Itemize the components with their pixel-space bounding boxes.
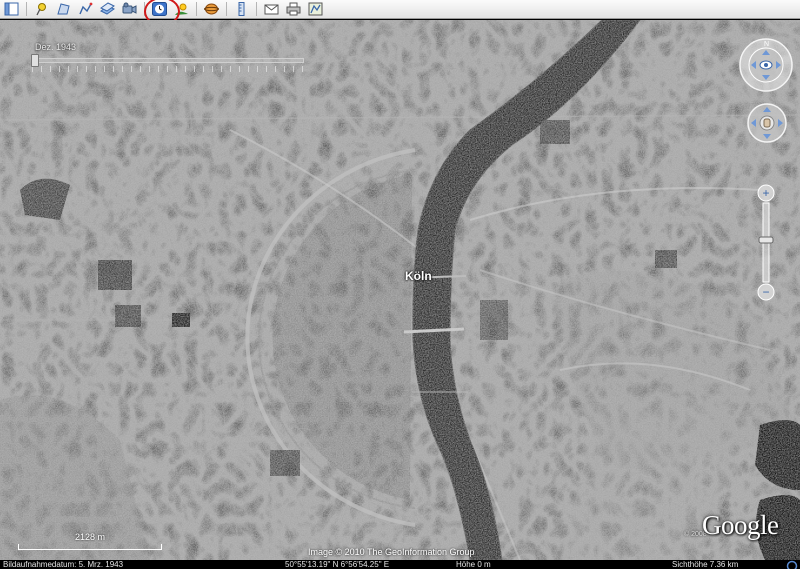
switch-planet-button[interactable]: [202, 1, 221, 17]
north-indicator[interactable]: N: [764, 41, 769, 48]
google-logo: Google: [702, 510, 779, 540]
print-icon: [286, 2, 301, 16]
email-icon: [264, 4, 279, 15]
historical-imagery-clock-icon: [152, 2, 167, 16]
scale-bar-label: 2128 m: [74, 532, 106, 542]
imagery-date: Bildaufnahmedatum: 5. Mrz. 1943: [3, 560, 124, 569]
zoom-in-icon: +: [762, 186, 769, 200]
status-bar: Bildaufnahmedatum: 5. Mrz. 1943 50°55'13…: [0, 560, 800, 569]
map-view[interactable]: Dez. 1943 Köln N + − 2128 m Image © 2010…: [0, 20, 800, 560]
toolbar-separator: [256, 2, 257, 16]
ruler-icon: [238, 2, 245, 16]
view-in-maps-button[interactable]: [306, 1, 325, 17]
add-path-button[interactable]: [76, 1, 95, 17]
historical-imagery-button[interactable]: [144, 0, 180, 26]
time-slider-ticks: [32, 66, 304, 72]
zoom-out-icon: −: [762, 285, 769, 299]
add-placemark-button[interactable]: [32, 1, 51, 17]
historical-time-slider[interactable]: Dez. 1943: [30, 42, 306, 92]
view-in-maps-icon: [308, 2, 323, 16]
add-polygon-button[interactable]: [54, 1, 73, 17]
toolbar-separator: [196, 2, 197, 16]
toolbar-separator: [26, 2, 27, 16]
record-tour-button[interactable]: [120, 1, 139, 17]
city-label[interactable]: Köln: [405, 269, 432, 283]
toolbar: [0, 0, 800, 26]
add-image-overlay-button[interactable]: [98, 1, 117, 17]
aerial-imagery: [0, 20, 800, 560]
scale-bar-line: [18, 544, 162, 550]
ruler-button[interactable]: [232, 1, 251, 17]
pointer-coordinates: 50°55'13.19" N 6°56'54.25" E: [285, 560, 390, 569]
look-around-control[interactable]: N: [738, 37, 794, 93]
elevation-readout: Höhe 0 m: [456, 560, 491, 569]
move-control[interactable]: [746, 102, 788, 144]
sidebar-toggle-icon: [4, 2, 19, 16]
time-slider-track[interactable]: [32, 58, 304, 63]
sidebar-toggle-button[interactable]: [2, 1, 21, 17]
zoom-thumb[interactable]: [758, 236, 774, 244]
scale-bar: 2128 m: [16, 532, 164, 556]
streaming-indicator-icon: [786, 560, 798, 569]
time-slider-thumb[interactable]: [31, 54, 39, 67]
eye-altitude-readout: Sichthöhe 7.36 km: [672, 560, 739, 569]
toolbar-separator: [226, 2, 227, 16]
time-slider-date: Dez. 1943: [35, 42, 77, 52]
record-tour-icon: [122, 2, 137, 14]
zoom-slider[interactable]: + −: [756, 184, 776, 302]
imagery-copyright: Image © 2010 The GeoInformation Group: [308, 547, 475, 557]
image-overlay-icon: [100, 2, 115, 15]
polygon-icon: [57, 3, 70, 15]
path-icon: [79, 2, 93, 15]
placemark-icon: [36, 3, 46, 16]
print-button[interactable]: [284, 1, 303, 17]
email-button[interactable]: [262, 1, 281, 17]
planet-switch-icon: [204, 3, 219, 15]
